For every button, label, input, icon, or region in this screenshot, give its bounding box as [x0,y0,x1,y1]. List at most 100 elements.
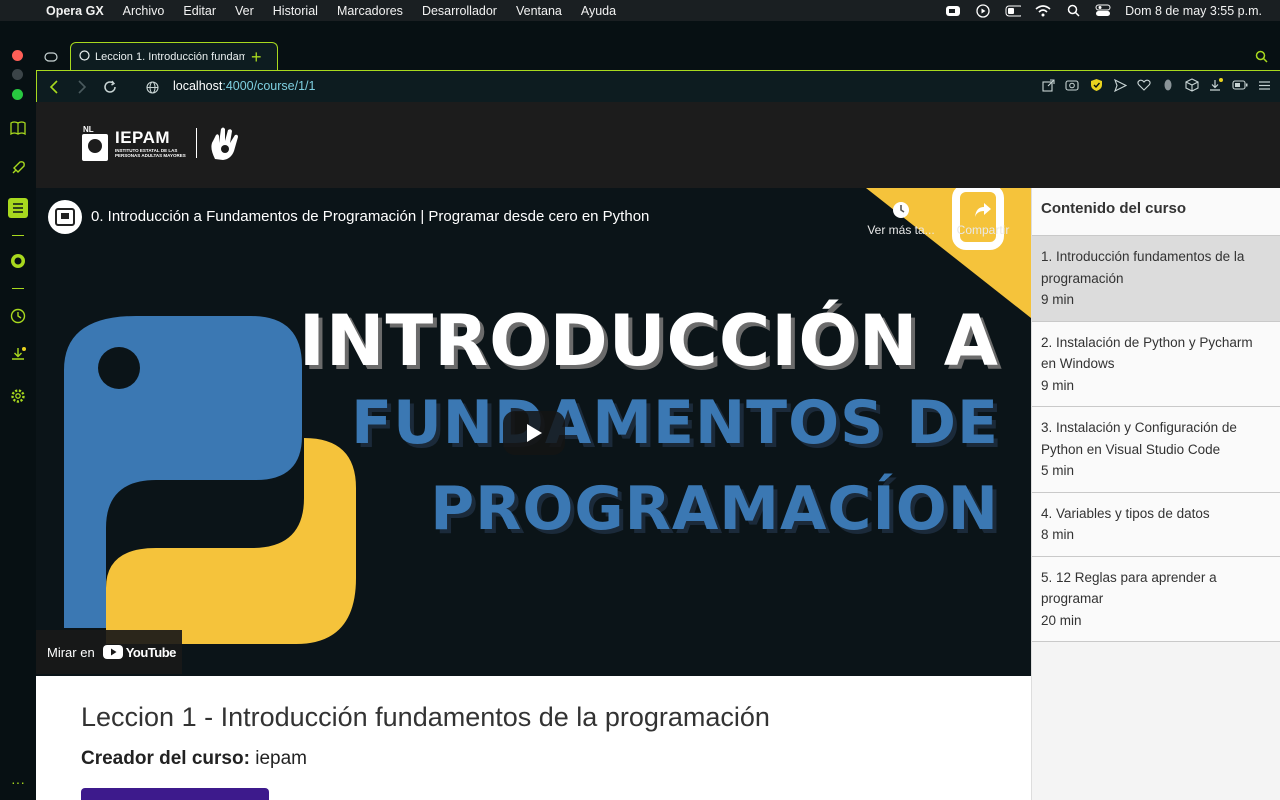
share-icon[interactable] [1040,77,1056,93]
clock-icon [893,202,909,218]
share-button[interactable]: Compartir [948,200,1018,237]
reload-icon[interactable] [96,73,124,101]
whatsapp-icon[interactable] [8,251,28,271]
battery-saver-icon[interactable] [1232,77,1248,93]
tab-search-icon[interactable] [1255,50,1268,68]
close-window-button[interactable] [12,50,23,61]
vpn-shield-icon[interactable] [1088,77,1104,93]
cube-icon[interactable] [1184,77,1200,93]
tasks-list-icon[interactable] [8,198,28,218]
menu-editar[interactable]: Editar [174,4,226,18]
lesson-duration: 9 min [1041,292,1075,307]
creator-value: iepam [255,748,307,769]
menubar-datetime[interactable]: Dom 8 de may 3:55 p.m. [1125,4,1262,18]
tab-strip: Leccion 1. Introducción fundam + [36,21,1280,70]
lesson-duration: 9 min [1041,377,1075,393]
lesson-title: 3. Instalación y Configuración de Python… [1041,420,1237,457]
menu-bar: Opera GX Archivo Editar Ver Historial Ma… [0,0,1280,21]
new-tab-plus-icon[interactable]: + [251,47,262,68]
watch-later-button[interactable]: Ver más ta... [866,200,936,237]
url-path: :4000/course/1/1 [222,79,316,93]
channel-avatar[interactable] [48,200,82,234]
share-label: Compartir [956,223,1010,237]
lesson-item-4[interactable]: 4. Variables y tipos de datos 8 min [1032,492,1280,557]
settings-gear-icon[interactable] [8,386,28,406]
menu-ver[interactable]: Ver [226,4,264,18]
spotlight-search-icon[interactable] [1065,4,1081,17]
watch-on-label: Mirar en [47,644,95,660]
send-arrow-icon[interactable] [1112,77,1128,93]
url-host: localhost [173,79,223,93]
thumbnail-headline-1: INTRODUCCIÓN A [298,300,999,382]
lesson-duration: 5 min [1041,463,1075,478]
logo-sub-line-2: PERSONAS ADULTAS MAYORES [115,153,186,158]
gamepad-icon[interactable] [44,49,58,67]
site-globe-icon [138,73,166,101]
bookmarks-icon[interactable] [8,118,28,138]
youtube-wordmark: YouTube [125,644,177,660]
web-page: NL IEPAM INSTITUTO ESTATAL DE LAS PERSON… [36,102,1280,800]
nl-shield-icon: NL [82,125,108,161]
course-creator: Creador del curso: iepam [81,748,307,770]
battery-icon[interactable] [1005,5,1022,17]
more-options-icon[interactable]: ··· [8,772,28,792]
toolbar-icons [1040,77,1272,93]
zoom-window-button[interactable] [12,89,23,100]
creator-label: Creador del curso: [81,748,250,769]
downloads-icon[interactable] [8,344,28,364]
active-tab[interactable]: Leccion 1. Introducción fundam [70,42,278,70]
lesson-title: 2. Instalación de Python y Pycharm en Wi… [1041,334,1253,372]
url-field[interactable]: localhost:4000/course/1/1 [173,79,315,93]
tab-title: Leccion 1. Introducción fundam [95,50,245,63]
youtube-play-icon [102,645,123,659]
play-icon [527,424,542,442]
camera-snapshot-icon[interactable] [1064,77,1080,93]
youtube-logo: YouTube [102,644,177,660]
address-bar: localhost:4000/course/1/1 [36,70,1280,102]
lesson-item-5[interactable]: 5. 12 Reglas para aprender a programar 2… [1032,556,1280,642]
menu-ventana[interactable]: Ventana [506,4,571,18]
lesson-heading: Leccion 1 - Introducción fundamentos de … [81,702,770,732]
menu-ayuda[interactable]: Ayuda [571,4,625,18]
thumbnail-headline-3: PROGRAMACÍON [430,474,999,544]
history-clock-icon[interactable] [8,306,28,326]
heart-icon[interactable] [1136,77,1152,93]
sidebar-divider [12,288,24,289]
menu-app-name[interactable]: Opera GX [34,4,113,18]
download-icon[interactable] [1208,77,1224,93]
menu-desarrollador[interactable]: Desarrollador [412,4,506,18]
watch-later-label: Ver más ta... [867,223,935,237]
play-button[interactable] [503,411,565,455]
menu-marcadores[interactable]: Marcadores [327,4,412,18]
video-call-icon[interactable] [945,5,961,17]
lesson-item-1[interactable]: 1. Introducción fundamentos de la progra… [1032,236,1280,322]
hand-logo-icon [211,127,238,160]
youtube-embed[interactable]: 0. Introducción a Fundamentos de Program… [36,188,1031,676]
watch-on-youtube-button[interactable]: Mirar en YouTube [36,630,182,674]
iepam-logo[interactable]: NL IEPAM INSTITUTO ESTATAL DE LAS PERSON… [81,124,241,162]
menu-archivo[interactable]: Archivo [113,4,174,18]
back-arrow-icon[interactable] [40,73,68,101]
logo-prefix: NL [83,125,94,134]
rocket-icon[interactable] [8,158,28,178]
course-content-title: Contenido del curso [1032,188,1280,236]
lesson-item-2[interactable]: 2. Instalación de Python y Pycharm en Wi… [1032,321,1280,407]
lesson-title: 1. Introducción fundamentos de la progra… [1041,249,1245,286]
primary-action-button[interactable] [81,788,269,800]
share-arrow-icon [975,203,991,217]
control-center-icon[interactable] [1095,4,1111,17]
extensions-icon[interactable] [1160,77,1176,93]
menu-historial[interactable]: Historial [263,4,327,18]
wifi-icon[interactable] [1035,4,1051,17]
course-content-panel: Contenido del curso 1. Introducción fund… [1031,188,1280,800]
tab-favicon-icon [79,49,90,64]
lesson-title: 5. 12 Reglas para aprender a programar [1041,569,1217,607]
forward-arrow-icon[interactable] [68,73,96,101]
easy-setup-menu-icon[interactable] [1256,77,1272,93]
minimize-window-button[interactable] [12,69,23,80]
play-circle-icon[interactable] [975,3,991,18]
sidebar-divider [12,235,24,236]
site-header: NL IEPAM INSTITUTO ESTATAL DE LAS PERSON… [36,102,1280,188]
video-title[interactable]: 0. Introducción a Fundamentos de Program… [91,208,649,225]
lesson-item-3[interactable]: 3. Instalación y Configuración de Python… [1032,407,1280,493]
